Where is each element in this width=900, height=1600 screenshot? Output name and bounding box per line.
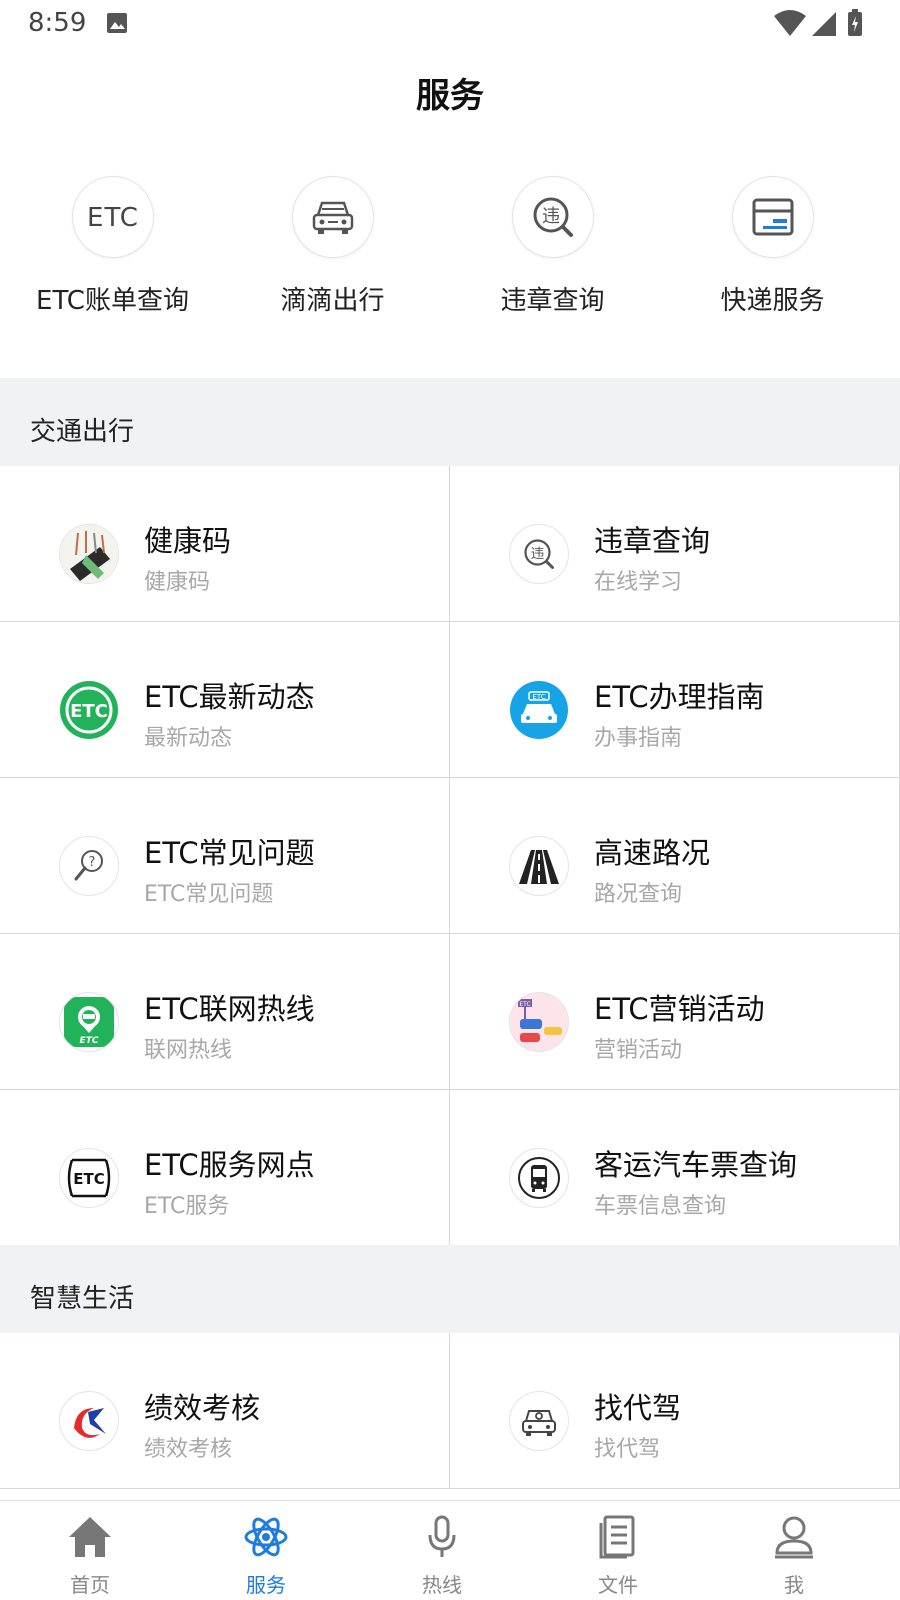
status-indicators (774, 9, 862, 36)
service-item-etc-promo[interactable]: ETC ETC营销活动 营销活动 (450, 934, 900, 1090)
highway-icon (509, 836, 569, 896)
service-subtitle: 联网热线 (144, 1038, 233, 1063)
service-item-bus-ticket[interactable]: 客运汽车票查询 车票信息查询 (450, 1090, 900, 1246)
section-title: 交通出行 (30, 417, 135, 447)
bottom-nav: 首页 服务 热线 文件 我 (0, 1500, 900, 1600)
svg-text:ETC: ETC (532, 693, 545, 701)
quick-action-label: ETC账单查询 (36, 286, 189, 316)
svg-text:?: ? (89, 855, 96, 870)
health-code-icon (59, 524, 119, 584)
service-subtitle: 健康码 (144, 570, 211, 595)
service-title: ETC办理指南 (594, 680, 765, 714)
section-header-transport: 交通出行 (0, 378, 900, 466)
etc-icon: ETC (71, 176, 154, 258)
service-subtitle: 最新动态 (144, 726, 233, 751)
service-subtitle: 路况查询 (594, 882, 683, 907)
status-bar: 8:59 (0, 0, 900, 48)
car-icon (291, 176, 374, 258)
service-item-designated-driver[interactable]: 找代驾 找代驾 (450, 1333, 900, 1489)
violation-search-icon: 违 (511, 176, 594, 258)
service-title: 健康码 (144, 524, 232, 558)
battery-icon (848, 9, 862, 36)
signal-icon (812, 12, 836, 36)
service-item-highway[interactable]: 高速路况 路况查询 (450, 778, 900, 934)
service-subtitle: 办事指南 (594, 726, 683, 751)
nav-files[interactable]: 文件 (528, 1501, 708, 1600)
svg-text:ETC: ETC (73, 1170, 105, 1188)
quick-action-label: 快递服务 (720, 286, 825, 316)
bus-icon (509, 1148, 569, 1208)
package-icon (731, 176, 814, 258)
service-subtitle: ETC常见问题 (144, 882, 274, 907)
etc-car-blue-icon: ETC (509, 680, 569, 740)
microphone-icon (428, 1515, 456, 1557)
service-item-etc-guide[interactable]: ETC ETC办理指南 办事指南 (450, 622, 900, 778)
quick-action-didi[interactable]: 滴滴出行 (220, 176, 445, 326)
svg-text:ETC: ETC (80, 1036, 99, 1046)
person-icon (775, 1516, 813, 1559)
service-item-etc-faq[interactable]: ? ETC常见问题 ETC常见问题 (0, 778, 450, 934)
service-item-violation[interactable]: 违 违章查询 在线学习 (450, 466, 900, 622)
document-icon (599, 1515, 635, 1559)
service-subtitle: ETC服务 (144, 1194, 230, 1219)
quick-actions: ETC ETC账单查询 滴滴出行 违 违章查询 快递服务 (0, 176, 900, 326)
service-item-etc-news[interactable]: ETC ETC最新动态 最新动态 (0, 622, 450, 778)
wifi-icon (774, 10, 806, 36)
service-item-etc-hotline[interactable]: ETC ETC联网热线 联网热线 (0, 934, 450, 1090)
nav-services[interactable]: 服务 (176, 1501, 356, 1600)
performance-logo-icon (59, 1391, 119, 1451)
svg-text:ETC: ETC (519, 1001, 530, 1008)
quick-action-etc-bill[interactable]: ETC ETC账单查询 (0, 176, 225, 326)
section-title: 智慧生活 (30, 1284, 135, 1314)
service-title: ETC最新动态 (144, 680, 315, 714)
service-title: ETC联网热线 (144, 992, 315, 1026)
service-subtitle: 绩效考核 (144, 1437, 233, 1462)
service-title: 违章查询 (594, 524, 711, 558)
service-item-health-code[interactable]: 健康码 健康码 (0, 466, 450, 622)
service-item-etc-outlet[interactable]: ETC ETC服务网点 ETC服务 (0, 1090, 450, 1246)
quick-action-express[interactable]: 快递服务 (660, 176, 885, 326)
section-header-smart-life: 智慧生活 (0, 1245, 900, 1333)
service-title: ETC营销活动 (594, 992, 765, 1026)
nav-label: 热线 (422, 1573, 462, 1597)
page-title: 服务 (416, 76, 484, 116)
quick-action-label: 滴滴出行 (280, 286, 385, 316)
nav-hotline[interactable]: 热线 (352, 1501, 532, 1600)
service-title: 高速路况 (594, 836, 711, 870)
svg-text:ETC: ETC (87, 203, 139, 232)
svg-text:违: 违 (542, 206, 560, 227)
quick-action-violation[interactable]: 违 违章查询 (440, 176, 665, 326)
quick-action-label: 违章查询 (500, 286, 605, 316)
nav-label: 首页 (70, 1573, 110, 1597)
etc-promo-icon: ETC (509, 992, 569, 1052)
service-subtitle: 营销活动 (594, 1038, 683, 1063)
violation-search-icon: 违 (509, 524, 569, 584)
image-notification-icon (107, 13, 127, 33)
nav-home[interactable]: 首页 (0, 1501, 180, 1600)
question-search-icon: ? (59, 836, 119, 896)
nav-label: 文件 (598, 1573, 638, 1597)
etc-green-icon: ETC (59, 680, 119, 740)
nav-label: 服务 (246, 1573, 286, 1597)
etc-outlet-icon: ETC (59, 1148, 119, 1208)
service-item-performance[interactable]: 绩效考核 绩效考核 (0, 1333, 450, 1489)
service-subtitle: 在线学习 (594, 570, 683, 595)
svg-text:违: 违 (531, 546, 545, 562)
status-time: 8:59 (28, 8, 87, 38)
service-title: ETC常见问题 (144, 836, 315, 870)
service-title: ETC服务网点 (144, 1148, 315, 1182)
etc-hotline-icon: ETC (59, 992, 119, 1052)
driver-icon (509, 1391, 569, 1451)
nav-label: 我 (784, 1573, 804, 1597)
atom-icon (244, 1517, 288, 1557)
service-title: 找代驾 (594, 1391, 682, 1425)
service-subtitle: 车票信息查询 (594, 1194, 727, 1219)
nav-me[interactable]: 我 (704, 1501, 884, 1600)
svg-text:ETC: ETC (70, 701, 108, 722)
home-icon (69, 1517, 111, 1557)
service-title: 客运汽车票查询 (594, 1148, 798, 1182)
service-subtitle: 找代驾 (594, 1437, 661, 1462)
service-title: 绩效考核 (144, 1391, 261, 1425)
